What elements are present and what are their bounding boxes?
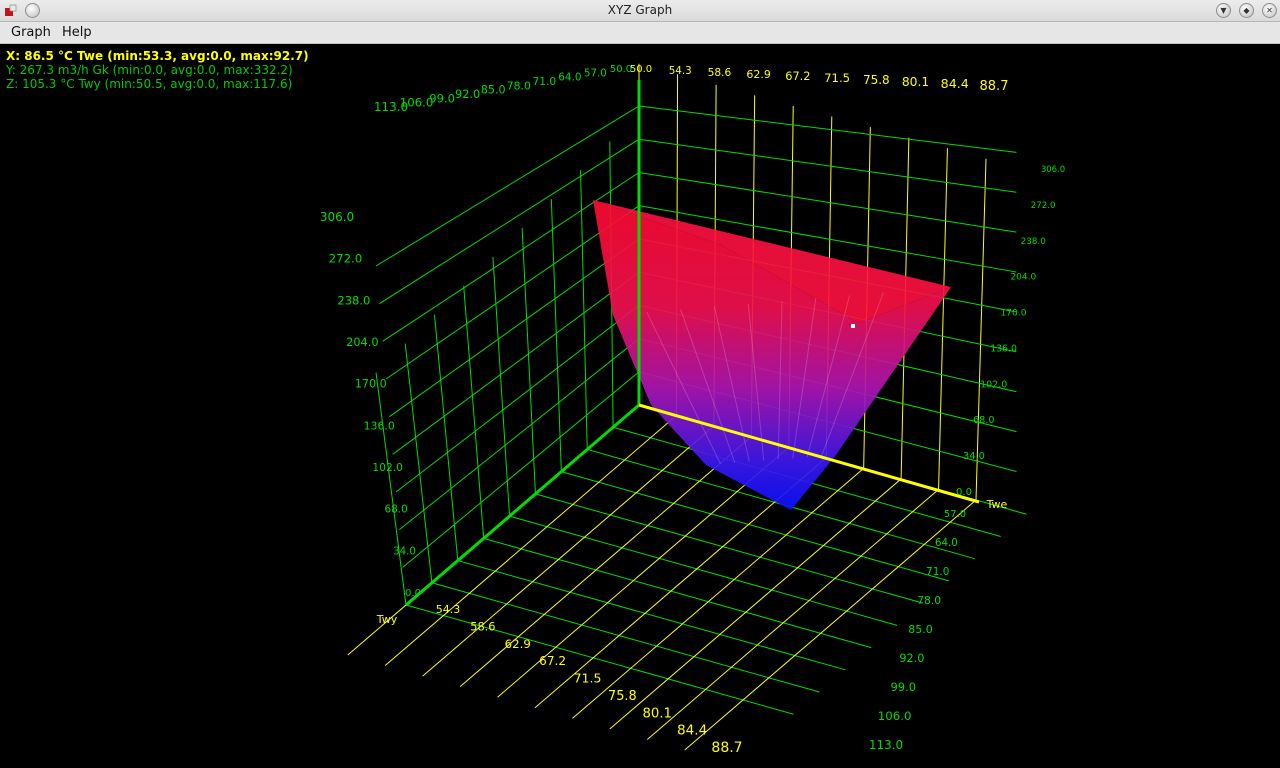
maximize-icon[interactable]: ◆ bbox=[1239, 3, 1254, 18]
side-grid-line-z bbox=[580, 170, 588, 450]
readout-x: X: 86.5 °C Twe (min:53.3, avg:0.0, max:9… bbox=[6, 49, 309, 63]
wall-grid-line-y bbox=[638, 138, 1017, 193]
y-tick-label-right: 306.0 bbox=[1041, 165, 1065, 175]
side-grid-line-y bbox=[395, 304, 640, 493]
y-tick-label-left: 306.0 bbox=[320, 210, 354, 224]
z-tick-label-top: 113.0 bbox=[374, 100, 408, 114]
x-tick-label-front: 62.9 bbox=[505, 637, 531, 651]
z-tick-label-top: 71.0 bbox=[532, 75, 556, 88]
side-grid-line-z bbox=[433, 314, 459, 561]
x-tick-label-front: 58.6 bbox=[470, 619, 495, 633]
y-tick-label-right: 68.0 bbox=[973, 415, 995, 426]
readout-z: Z: 105.3 °C Twy (min:50.5, avg:0.0, max:… bbox=[6, 77, 293, 91]
y-tick-label-left: 136.0 bbox=[364, 419, 395, 432]
z-axis bbox=[405, 403, 640, 607]
x-tick-label-front: 80.1 bbox=[642, 706, 672, 721]
y-tick-label-left: 0.0 bbox=[405, 588, 421, 599]
x-tick-label-top: 84.4 bbox=[941, 76, 969, 91]
wall-grid-line-y bbox=[638, 105, 1017, 153]
side-grid-line-y bbox=[375, 105, 640, 267]
x-tick-label-front: 84.4 bbox=[677, 723, 707, 739]
z-tick-label-right: 85.0 bbox=[908, 623, 933, 636]
y-tick-label-left: 102.0 bbox=[372, 461, 403, 474]
side-grid-line-y bbox=[389, 238, 640, 418]
x-tick-label-top: 50.0 bbox=[630, 64, 652, 75]
x-tick-label-top: 58.6 bbox=[708, 66, 732, 79]
x-tick-label-top: 71.5 bbox=[824, 71, 850, 85]
x-tick-label-front: 67.2 bbox=[539, 654, 566, 668]
y-tick-label-left: 272.0 bbox=[329, 252, 363, 266]
x-tick-label-front: 75.8 bbox=[608, 689, 637, 704]
readout-y: Y: 267.3 m3/h Gk (min:0.0, avg:0.0, max:… bbox=[6, 63, 293, 77]
z-tick-label-top: 92.0 bbox=[455, 87, 480, 101]
z-tick-label-top: 50.0 bbox=[610, 64, 632, 75]
x-axis-name: Twe bbox=[986, 498, 1008, 511]
z-tick-label-right: 106.0 bbox=[878, 709, 912, 723]
y-tick-label-left: 238.0 bbox=[337, 293, 370, 307]
floor-grid-line-x bbox=[609, 478, 902, 730]
floor-grid-line-x bbox=[572, 467, 864, 719]
z-tick-label-right: 92.0 bbox=[899, 652, 924, 665]
side-grid-line-z bbox=[521, 228, 536, 494]
z-tick-label-right: 99.0 bbox=[890, 680, 916, 694]
floor-grid-line-x bbox=[384, 415, 677, 666]
graph-canvas[interactable]: Twe Twy 50.0 54.3 58.6 62.9 67.2 71.5 75.8 80.1 84… bbox=[1, 45, 1279, 764]
x-tick-label-top: 67.2 bbox=[785, 69, 810, 83]
menu-bar: Graph Help bbox=[0, 22, 1280, 44]
z-tick-label-top: 85.0 bbox=[481, 84, 506, 97]
side-grid-line-z bbox=[375, 372, 407, 606]
z-axis-name: Twy bbox=[376, 613, 398, 626]
z-tick-label-top: 64.0 bbox=[558, 72, 581, 84]
y-tick-label-right: 238.0 bbox=[1021, 237, 1047, 247]
z-tick-label-right: 64.0 bbox=[935, 537, 958, 549]
x-tick-label-top: 54.3 bbox=[669, 65, 692, 77]
minimize-icon[interactable]: ▼ bbox=[1216, 3, 1231, 18]
x-tick-label-front: 54.3 bbox=[436, 603, 461, 616]
y-tick-label-right: 272.0 bbox=[1031, 201, 1056, 211]
wall-grid-line-x bbox=[938, 148, 948, 490]
x-tick-label-front: 71.5 bbox=[574, 671, 602, 686]
y-tick-label-right: 136.0 bbox=[990, 343, 1017, 354]
wall-grid-line-x bbox=[975, 158, 987, 501]
menu-help[interactable]: Help bbox=[60, 24, 94, 41]
z-tick-label-right: 71.0 bbox=[926, 566, 949, 578]
y-tick-label-left: 68.0 bbox=[384, 504, 407, 516]
z-tick-label-top: 57.0 bbox=[584, 68, 607, 79]
floor-grid-line-x bbox=[422, 425, 715, 677]
floor-grid-line-x bbox=[646, 489, 939, 740]
x-tick-label-top: 62.9 bbox=[746, 68, 771, 81]
x-tick-label-top: 75.8 bbox=[863, 73, 890, 87]
z-tick-label-right: 113.0 bbox=[869, 738, 903, 752]
side-grid-line-y bbox=[402, 371, 640, 568]
x-tick-label-top: 80.1 bbox=[902, 75, 929, 89]
cursor-marker bbox=[851, 324, 855, 328]
side-grid-line-y bbox=[392, 271, 640, 455]
y-tick-label-left: 34.0 bbox=[393, 546, 416, 557]
close-icon[interactable]: ✕ bbox=[1262, 3, 1277, 18]
y-tick-label-left: 204.0 bbox=[346, 335, 378, 349]
y-tick-label-right: 170.0 bbox=[1000, 308, 1026, 319]
y-tick-label-right: 0.0 bbox=[956, 487, 972, 498]
plot-3d[interactable]: Twe Twy 50.0 54.3 58.6 62.9 67.2 71.5 75.8 80.1 84… bbox=[1, 45, 1279, 764]
surface-plot bbox=[593, 200, 951, 510]
y-tick-label-left: 170.0 bbox=[355, 378, 387, 391]
z-tick-label-top: 78.0 bbox=[507, 79, 531, 92]
y-tick-label-right: 34.0 bbox=[963, 451, 985, 462]
title-bar: XYZ Graph ▼ ◆ ✕ bbox=[0, 0, 1280, 22]
z-tick-label-right: 78.0 bbox=[917, 594, 941, 607]
y-tick-label-right: 102.0 bbox=[980, 379, 1007, 390]
x-tick-label-front: 88.7 bbox=[711, 740, 742, 756]
menu-graph[interactable]: Graph bbox=[9, 24, 53, 41]
y-tick-label-right: 204.0 bbox=[1010, 273, 1036, 283]
wall-grid-line-y bbox=[638, 171, 1017, 233]
side-grid-line-y bbox=[382, 172, 640, 342]
window-title: XYZ Graph bbox=[607, 3, 673, 17]
x-tick-label-top: 88.7 bbox=[980, 79, 1009, 94]
z-tick-label-right: 57.0 bbox=[944, 509, 966, 520]
